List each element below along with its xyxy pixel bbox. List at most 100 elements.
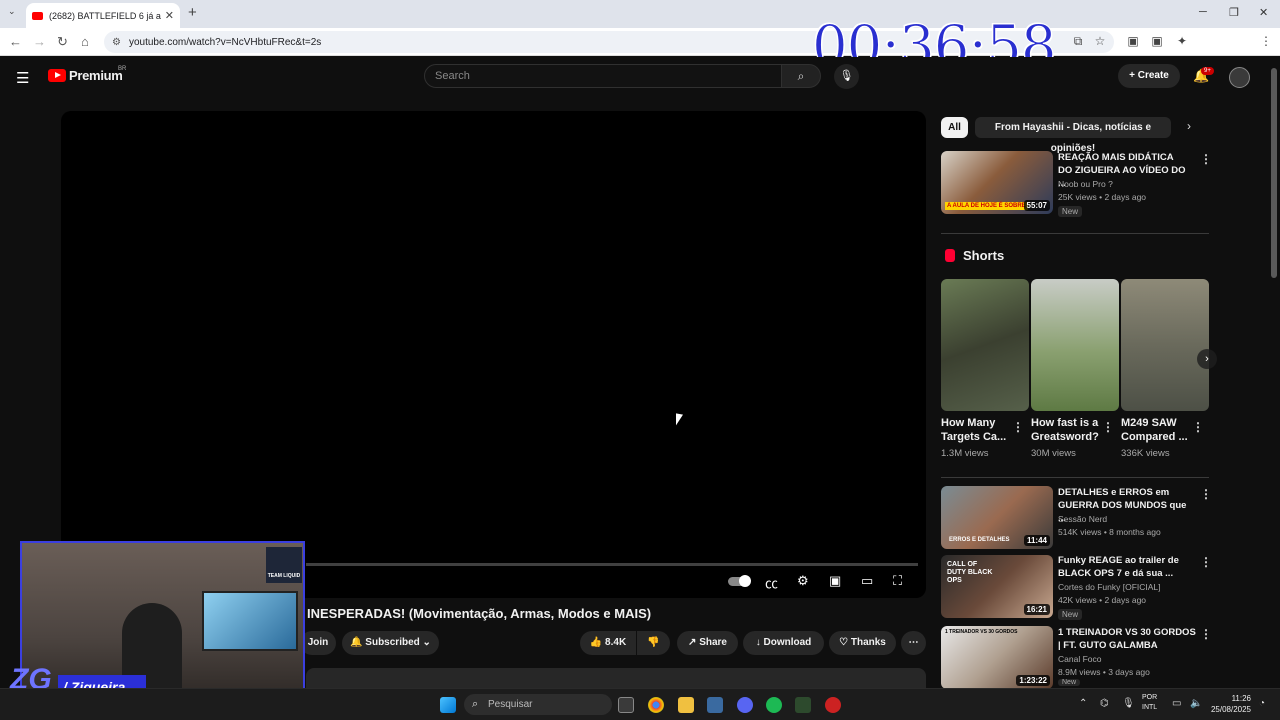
thanks-label: Thanks <box>850 637 886 648</box>
chevron-right-icon[interactable]: › <box>1187 119 1191 133</box>
more-vertical-icon[interactable]: ⋮ <box>1012 420 1024 434</box>
app-icon[interactable] <box>795 697 811 713</box>
autoplay-toggle[interactable] <box>728 575 751 587</box>
more-actions-button[interactable]: ⋯ <box>901 631 926 655</box>
subscribed-button[interactable]: 🔔 Subscribed ⌄ <box>342 631 439 655</box>
extensions-puzzle-icon[interactable]: ✦ <box>1175 34 1189 48</box>
video-progress-bar[interactable] <box>306 563 918 566</box>
new-tab-icon[interactable]: + <box>188 4 197 21</box>
new-badge: New <box>1058 679 1081 686</box>
restore-icon[interactable]: ❐ <box>1229 6 1239 19</box>
voice-search-button[interactable]: 🎙 <box>834 64 859 89</box>
windows-start-icon[interactable] <box>440 697 456 713</box>
notifications-center-icon[interactable]: ◔ <box>1259 698 1265 709</box>
more-vertical-icon[interactable]: ⋮ <box>1200 152 1212 166</box>
theater-mode-icon[interactable]: ▭ <box>861 573 873 589</box>
captions-icon[interactable]: ㏄ <box>765 573 778 592</box>
taskbar-search[interactable]: Pesquisar <box>464 694 612 715</box>
search-button[interactable]: ⌕ <box>781 64 821 88</box>
network-icon[interactable]: ⌬ <box>1100 698 1109 709</box>
close-tab-icon[interactable]: ✕ <box>165 9 174 22</box>
file-explorer-icon[interactable] <box>678 697 694 713</box>
video-thumbnail[interactable]: A AULA DE HOJE É SOBRE 55:07 <box>941 151 1053 214</box>
thanks-button[interactable]: ♡ Thanks <box>829 631 896 655</box>
more-vertical-icon[interactable]: ⋮ <box>1102 420 1114 434</box>
video-player[interactable] <box>61 111 926 598</box>
video-thumbnail[interactable]: 1 TREINADOR VS 30 GORDOS 1:23:22 <box>941 626 1053 689</box>
tray-overflow-icon[interactable]: ⌃ <box>1079 698 1087 709</box>
channel-name[interactable]: Noob ou Pro ? <box>1058 178 1113 191</box>
fullscreen-icon[interactable]: ⛶ <box>893 573 902 589</box>
like-count: 8.4K <box>605 637 627 648</box>
short-title[interactable]: How Many Targets Ca... <box>941 416 1013 444</box>
page-scrollbar[interactable] <box>1271 68 1277 278</box>
task-view-icon[interactable] <box>618 697 634 713</box>
short-thumbnail[interactable] <box>941 279 1029 411</box>
chip-all[interactable]: All <box>941 117 968 138</box>
spotify-icon[interactable] <box>766 697 782 713</box>
create-button[interactable]: + Create <box>1118 64 1180 88</box>
video-thumbnail[interactable]: ERROS E DETALHES 11:44 <box>941 486 1053 549</box>
youtube-logo-icon <box>48 69 66 82</box>
menu-icon[interactable]: ☰ <box>16 69 29 87</box>
thumbs-down-icon: 👎 <box>647 637 660 648</box>
account-avatar[interactable] <box>1229 67 1250 88</box>
app-icon[interactable] <box>707 697 723 713</box>
display-icon[interactable]: ▭ <box>1172 698 1181 709</box>
chip-from-channel[interactable]: From Hayashii - Dicas, notícias e opiniõ… <box>975 117 1171 154</box>
video-title[interactable]: 1 TREINADOR VS 30 GORDOS | FT. GUTO GALA… <box>1058 626 1198 652</box>
short-views: 336K views <box>1121 448 1170 459</box>
microphone-icon[interactable]: 🎙 <box>1122 698 1135 709</box>
forward-icon[interactable]: → <box>33 34 46 49</box>
short-thumbnail[interactable] <box>1031 279 1119 411</box>
download-label: Download <box>763 637 812 648</box>
notifications-badge: 9+ <box>1201 67 1214 75</box>
download-button[interactable]: ↓ Download <box>743 631 824 655</box>
settings-gear-icon[interactable]: ⚙ <box>797 573 809 589</box>
short-title[interactable]: M249 SAW Compared ... <box>1121 416 1193 444</box>
bookmark-star-icon[interactable]: ☆ <box>1093 34 1107 48</box>
extension-icon[interactable]: ▣ <box>1150 34 1164 48</box>
dislike-button[interactable]: 👎 <box>637 631 670 655</box>
extension-icon[interactable]: ▣ <box>1126 34 1140 48</box>
chrome-icon[interactable] <box>648 697 664 713</box>
channel-name[interactable]: Sessão Nerd <box>1058 513 1107 526</box>
more-vertical-icon[interactable]: ⋮ <box>1200 555 1212 569</box>
browser-toolbar: ← → ↻ ⌂ ⚙ youtube.com/watch?v=NcVHbtuFRe… <box>0 28 1280 56</box>
obs-icon[interactable] <box>825 697 841 713</box>
short-thumbnail[interactable] <box>1121 279 1209 411</box>
tab-title: (2682) BATTLEFIELD 6 já anunc <box>49 10 161 21</box>
install-app-icon[interactable]: ⧉ <box>1071 34 1085 48</box>
short-views: 1.3M views <box>941 448 989 459</box>
video-title[interactable]: Funky REAGE ao trailer de BLACK OPS 7 e … <box>1058 554 1190 580</box>
more-vertical-icon[interactable]: ⋮ <box>1200 487 1212 501</box>
minimize-icon[interactable]: ─ <box>1199 6 1207 18</box>
language-indicator[interactable]: POR INTL <box>1142 693 1157 713</box>
discord-icon[interactable] <box>737 697 753 713</box>
system-clock[interactable]: 11:26 25/08/2025 <box>1207 693 1251 715</box>
channel-name[interactable]: Canal Foco <box>1058 653 1101 666</box>
video-thumbnail[interactable]: CALL OF DUTY BLACK OPS 16:21 <box>941 555 1053 618</box>
search-input[interactable]: Search <box>424 64 782 88</box>
more-vertical-icon[interactable]: ⋮ <box>1200 627 1212 641</box>
home-icon[interactable]: ⌂ <box>81 34 89 49</box>
reload-icon[interactable]: ↻ <box>57 34 68 50</box>
more-vertical-icon[interactable]: ⋮ <box>1192 420 1204 434</box>
youtube-premium-logo[interactable]: Premium BR <box>48 66 126 83</box>
shorts-next-chevron-icon[interactable]: › <box>1197 349 1217 369</box>
join-button[interactable]: Join <box>300 631 336 655</box>
miniplayer-icon[interactable]: ▣ <box>829 573 841 589</box>
share-button[interactable]: ↗ Share <box>677 631 738 655</box>
like-button[interactable]: 👍 8.4K <box>580 631 636 655</box>
close-window-icon[interactable]: ✕ <box>1259 6 1268 19</box>
browser-tab[interactable]: (2682) BATTLEFIELD 6 já anunc ✕ <box>26 3 180 28</box>
tab-search-chevron-icon[interactable]: ⌄ <box>8 6 16 17</box>
short-title[interactable]: How fast is a Greatsword? <box>1031 416 1103 444</box>
channel-name[interactable]: Cortes do Funky [OFICIAL] <box>1058 581 1161 594</box>
back-icon[interactable]: ← <box>9 34 22 49</box>
site-info-icon[interactable]: ⚙ <box>112 37 121 48</box>
browser-menu-icon[interactable]: ⋮ <box>1259 34 1273 48</box>
chevron-down-icon: ⌄ <box>419 637 431 648</box>
new-badge: New <box>1058 609 1083 620</box>
volume-icon[interactable]: 🔈 <box>1190 698 1202 709</box>
